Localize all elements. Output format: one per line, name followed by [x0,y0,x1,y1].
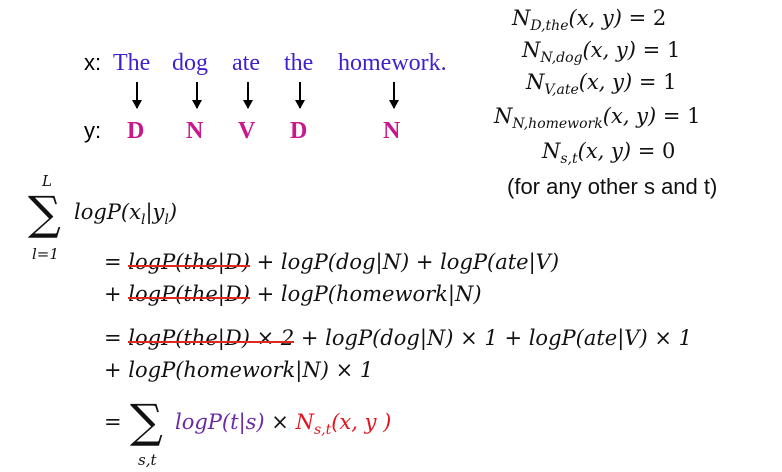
count-d-the: ND,the(x, y) = 2 [512,6,667,35]
tag-v: V [238,118,256,144]
word-dog: dog [172,50,208,76]
final-sum-lower: s,t [138,451,157,469]
x-label: x: [84,50,102,75]
y-label: y: [84,118,102,143]
count-n-homework: NN,homework(x, y) = 1 [494,104,701,133]
count-note: (for any other s and t) [507,174,718,199]
tag-d: D [127,118,145,144]
struck-term: logP(the|D) [128,282,250,306]
arrow-down-icon [192,82,202,109]
count-n-dog: NN,dog(x, y) = 1 [522,38,681,67]
final-log-prob: logP(t|s) [175,410,265,434]
arrow-down-icon [132,82,142,109]
sum-lower-limit: l=1 [32,245,59,263]
struck-term: logP(the|D) × 2 [128,326,295,350]
final-count: Ns,t(x, y ) [295,410,392,439]
expansion-line-1: = logP(the|D) + logP(dog|N) + logP(ate|V… [104,250,560,274]
tag-n: N [186,118,204,144]
count-s-t: Ns,t(x, y) = 0 [542,139,676,168]
grouped-line-2: + logP(homework|N) × 1 [104,358,374,382]
expansion-line-2: + logP(the|D) + logP(homework|N) [104,282,482,306]
tag-n-2: N [383,118,401,144]
word-the-2: the [284,50,314,76]
sum-term: logP(xl|yl) [74,200,178,229]
final-equals: = [104,410,122,434]
tag-d-2: D [290,118,308,144]
arrow-down-icon [389,82,399,109]
word-ate: ate [232,50,260,76]
word-the: The [113,50,151,76]
word-homework: homework. [338,50,447,76]
arrow-down-icon [243,82,253,109]
count-v-ate: NV,ate(x, y) = 1 [526,70,677,99]
final-sum-symbol: ∑ [130,394,163,448]
grouped-line-1: = logP(the|D) × 2 + logP(dog|N) × 1 + lo… [104,326,692,350]
final-term: logP(t|s) × Ns,t(x, y ) [175,410,392,439]
arrow-down-icon [295,82,305,109]
slide: x: y: The dog ate the homework. D N V D … [0,0,782,472]
struck-term: logP(the|D) [128,250,250,274]
sum-symbol: ∑ [28,186,61,240]
